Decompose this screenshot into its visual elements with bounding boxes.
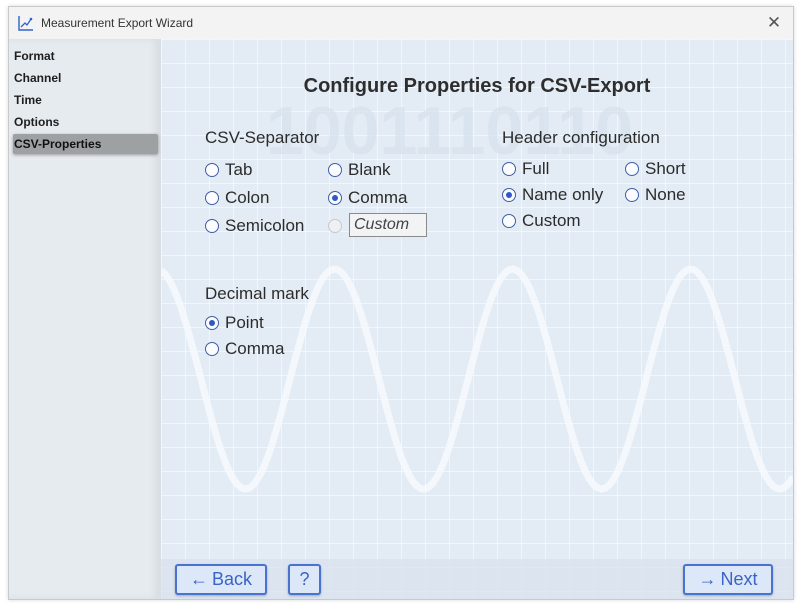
radio-label: Colon <box>225 188 270 207</box>
decimal-mark-label: Decimal mark <box>205 284 309 303</box>
sidebar-item-channel[interactable]: Channel <box>13 68 158 88</box>
wizard-window: Measurement Export Wizard ✕ Format Chann… <box>8 6 794 600</box>
radio-header-short[interactable]: Short <box>625 158 686 180</box>
radio-label: None <box>645 185 686 204</box>
radio-separator-semicolon[interactable]: Semicolon <box>205 215 304 237</box>
radio-label: Point <box>225 313 264 332</box>
sidebar-item-options[interactable]: Options <box>13 112 158 132</box>
close-icon[interactable]: ✕ <box>763 12 785 34</box>
content-panel: 1001110110 Configure Properties for CSV-… <box>161 39 793 599</box>
radio-separator-tab[interactable]: Tab <box>205 159 252 181</box>
page-title: Configure Properties for CSV-Export <box>303 75 651 97</box>
radio-circle <box>328 191 342 205</box>
radio-circle <box>328 163 342 177</box>
help-icon: ? <box>299 569 310 589</box>
help-button[interactable]: ? <box>288 564 321 595</box>
sidebar-item-csv-properties[interactable]: CSV-Properties <box>13 134 158 154</box>
radio-circle <box>205 342 219 356</box>
back-button-label: Back <box>211 569 253 589</box>
radio-separator-colon[interactable]: Colon <box>205 187 269 209</box>
radio-circle <box>625 188 639 202</box>
radio-label: Tab <box>225 160 253 179</box>
radio-header-name-only[interactable]: Name only <box>502 184 603 206</box>
radio-circle <box>205 316 219 330</box>
radio-separator-comma[interactable]: Comma <box>328 187 408 209</box>
arrow-left-icon: ← <box>189 569 208 589</box>
title-bar: Measurement Export Wizard ✕ <box>9 7 793 39</box>
chart-wand-icon <box>18 16 33 31</box>
radio-circle <box>502 162 516 176</box>
radio-circle <box>502 188 516 202</box>
arrow-right-icon: → <box>698 569 717 589</box>
radio-header-full[interactable]: Full <box>502 158 549 180</box>
csv-separator-label: CSV-Separator <box>205 128 320 147</box>
radio-label: Name only <box>522 185 604 204</box>
window-title: Measurement Export Wizard <box>41 16 194 30</box>
radio-label: Comma <box>225 339 285 358</box>
header-configuration-label: Header configuration <box>502 128 660 147</box>
radio-circle <box>205 163 219 177</box>
sidebar-item-time[interactable]: Time <box>13 90 158 110</box>
radio-circle <box>502 214 516 228</box>
radio-decimal-point[interactable]: Point <box>205 312 264 334</box>
radio-separator-custom <box>328 215 342 237</box>
radio-label: Short <box>645 159 686 178</box>
radio-separator-blank[interactable]: Blank <box>328 159 391 181</box>
radio-circle <box>205 191 219 205</box>
radio-label: Semicolon <box>225 216 305 235</box>
radio-label: Blank <box>348 160 391 179</box>
radio-header-none[interactable]: None <box>625 184 686 206</box>
radio-circle <box>625 162 639 176</box>
next-button-label: Next <box>720 569 758 589</box>
radio-label: Full <box>522 159 550 178</box>
back-button[interactable]: ← Back <box>175 564 267 595</box>
radio-label: Custom <box>522 211 581 230</box>
next-button[interactable]: → Next <box>683 564 773 595</box>
radio-circle <box>205 219 219 233</box>
sidebar-item-format[interactable]: Format <box>13 46 158 66</box>
radio-label: Comma <box>348 188 408 207</box>
custom-separator-field <box>349 213 427 237</box>
wizard-sidebar: Format Channel Time Options CSV-Properti… <box>9 39 161 599</box>
radio-decimal-comma[interactable]: Comma <box>205 338 285 360</box>
radio-circle <box>328 219 342 233</box>
radio-header-custom[interactable]: Custom <box>502 210 581 232</box>
